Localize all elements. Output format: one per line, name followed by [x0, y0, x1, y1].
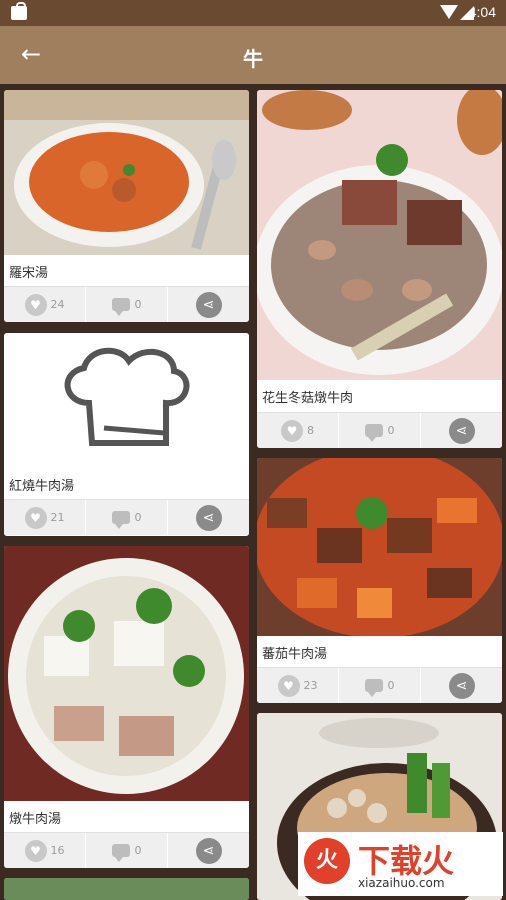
status-time: 4:04: [468, 4, 496, 20]
comment-icon: [364, 679, 383, 697]
page-title: 牛: [243, 47, 263, 71]
like-button[interactable]: ♥ 24: [4, 287, 86, 322]
recipe-title: 羅宋湯: [9, 266, 49, 281]
watermark: 火 下载火 xiazaihuo.com: [298, 832, 503, 896]
share-icon: ⋖: [448, 672, 475, 699]
heart-icon: ♥: [281, 419, 303, 442]
like-button[interactable]: ♥ 8: [257, 413, 339, 448]
heart-icon: ♥: [24, 506, 47, 529]
chef-hat-placeholder: [4, 333, 249, 473]
status-bar: 4:04: [0, 0, 506, 26]
share-icon: ⋖: [195, 291, 222, 318]
like-count: 23: [303, 679, 318, 692]
like-count: 8: [307, 424, 314, 437]
card-actions: ♥ 23 0 ⋖: [257, 667, 502, 703]
recipe-card[interactable]: 燉牛肉湯 ♥ 16 0 ⋖: [4, 546, 249, 868]
card-actions: ♥ 24 0 ⋖: [4, 286, 249, 322]
shopping-bag-icon: [11, 2, 27, 20]
share-icon: ⋖: [195, 837, 222, 864]
comment-icon: [364, 424, 383, 442]
comment-button[interactable]: 0: [339, 413, 421, 448]
comment-count: 0: [387, 679, 395, 692]
comment-count: 0: [134, 298, 142, 311]
comment-count: 0: [387, 424, 395, 437]
card-actions: ♥ 8 0 ⋖: [257, 412, 502, 448]
dish-photo: [4, 90, 249, 255]
recipe-title: 花生冬菇燉牛肉: [262, 391, 354, 406]
comment-button[interactable]: 0: [339, 668, 421, 703]
card-actions: ♥ 16 0 ⋖: [4, 832, 249, 868]
watermark-url: xiazaihuo.com: [358, 876, 445, 890]
dish-photo: [4, 878, 249, 900]
heart-icon: ♥: [24, 839, 47, 862]
comment-count: 0: [134, 844, 142, 857]
recipe-title: 蕃茄牛肉湯: [262, 647, 328, 662]
share-icon: ⋖: [448, 417, 475, 444]
dish-photo: [257, 458, 502, 636]
recipe-card[interactable]: 花生冬菇燉牛肉 ♥ 8 0 ⋖: [257, 90, 502, 448]
recipe-card[interactable]: 紅燒牛肉湯 ♥ 21 0 ⋖: [4, 333, 249, 536]
share-button[interactable]: ⋖: [168, 833, 249, 868]
like-button[interactable]: ♥ 23: [257, 668, 339, 703]
recipe-card[interactable]: 蕃茄牛肉湯 ♥ 23 0 ⋖: [257, 458, 502, 703]
recipe-card[interactable]: 羅宋湯 ♥ 24 0 ⋖: [4, 90, 249, 322]
like-button[interactable]: ♥ 16: [4, 833, 86, 868]
watermark-logo: 火: [304, 838, 350, 884]
comment-button[interactable]: 0: [86, 287, 168, 322]
comment-count: 0: [134, 511, 142, 524]
share-button[interactable]: ⋖: [421, 413, 502, 448]
like-count: 21: [50, 511, 65, 524]
heart-icon: ♥: [24, 293, 47, 316]
app-bar: ← 牛: [0, 26, 506, 84]
share-icon: ⋖: [195, 504, 222, 531]
card-actions: ♥ 21 0 ⋖: [4, 499, 249, 535]
dish-photo: [4, 546, 249, 801]
comment-button[interactable]: 0: [86, 500, 168, 535]
comment-icon: [111, 844, 130, 862]
comment-icon: [111, 298, 130, 316]
share-button[interactable]: ⋖: [421, 668, 502, 703]
heart-icon: ♥: [277, 674, 300, 697]
comment-button[interactable]: 0: [86, 833, 168, 868]
share-button[interactable]: ⋖: [168, 500, 249, 535]
like-count: 24: [50, 298, 65, 311]
dish-photo: [257, 90, 502, 380]
like-button[interactable]: ♥ 21: [4, 500, 86, 535]
recipe-card[interactable]: [4, 878, 249, 900]
recipe-title: 燉牛肉湯: [9, 812, 62, 827]
wifi-icon: [440, 5, 458, 19]
recipe-title: 紅燒牛肉湯: [9, 479, 75, 494]
like-count: 16: [50, 844, 65, 857]
comment-icon: [111, 511, 130, 529]
share-button[interactable]: ⋖: [168, 287, 249, 322]
